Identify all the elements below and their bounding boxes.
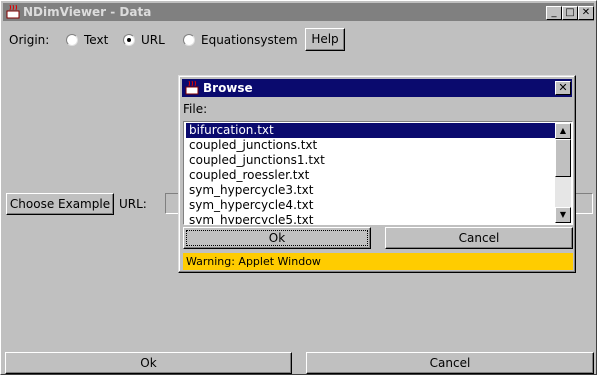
radio-equationsystem-label[interactable]: Equationsystem [201, 33, 298, 47]
url-label: URL: [119, 197, 147, 211]
list-item[interactable]: sym_hypercycle5.txt [186, 213, 559, 224]
list-item[interactable]: coupled_junctions1.txt [186, 153, 559, 168]
app-icon [185, 81, 199, 95]
file-label: File: [183, 102, 208, 116]
title-bar[interactable]: NDimViewer - Data _ □ ✕ [3, 3, 594, 21]
cancel-button[interactable]: Cancel [306, 352, 594, 374]
list-item[interactable]: coupled_junctions.txt [186, 138, 559, 153]
close-icon[interactable]: ✕ [555, 81, 571, 95]
radio-text-label[interactable]: Text [84, 33, 108, 47]
help-button[interactable]: Help [305, 28, 345, 51]
list-scrollbar[interactable]: ▲ ▼ [555, 123, 571, 223]
radio-equationsystem[interactable] [183, 34, 195, 46]
minimize-button[interactable]: _ [546, 6, 562, 20]
scroll-up-icon[interactable]: ▲ [555, 123, 571, 139]
maximize-button[interactable]: □ [562, 6, 578, 20]
radio-selected-dot [127, 38, 131, 42]
browse-title-bar[interactable]: Browse ✕ [182, 79, 572, 97]
browse-ok-button[interactable]: Ok [183, 227, 371, 249]
browse-dialog: Browse ✕ File: bifurcation.txt coupled_j… [178, 75, 576, 273]
origin-label: Origin: [9, 33, 50, 47]
ok-button[interactable]: Ok [5, 352, 292, 374]
list-item[interactable]: sym_hypercycle3.txt [186, 183, 559, 198]
list-item[interactable]: coupled_roessler.txt [186, 168, 559, 183]
scroll-down-icon[interactable]: ▼ [555, 207, 571, 223]
scroll-thumb[interactable] [555, 139, 571, 177]
file-list[interactable]: bifurcation.txt coupled_junctions.txt co… [183, 121, 573, 225]
window-title: NDimViewer - Data [23, 5, 152, 19]
list-item[interactable]: bifurcation.txt [186, 123, 559, 138]
browse-title: Browse [203, 81, 253, 95]
radio-text[interactable] [66, 34, 78, 46]
applet-warning: Warning: Applet Window [183, 253, 573, 270]
browse-cancel-button[interactable]: Cancel [385, 227, 573, 249]
choose-example-button[interactable]: Choose Example [6, 193, 114, 215]
list-item[interactable]: sym_hypercycle4.txt [186, 198, 559, 213]
radio-url-label[interactable]: URL [141, 33, 165, 47]
close-button[interactable]: ✕ [578, 6, 594, 20]
app-icon [6, 5, 20, 19]
radio-url[interactable] [123, 34, 135, 46]
